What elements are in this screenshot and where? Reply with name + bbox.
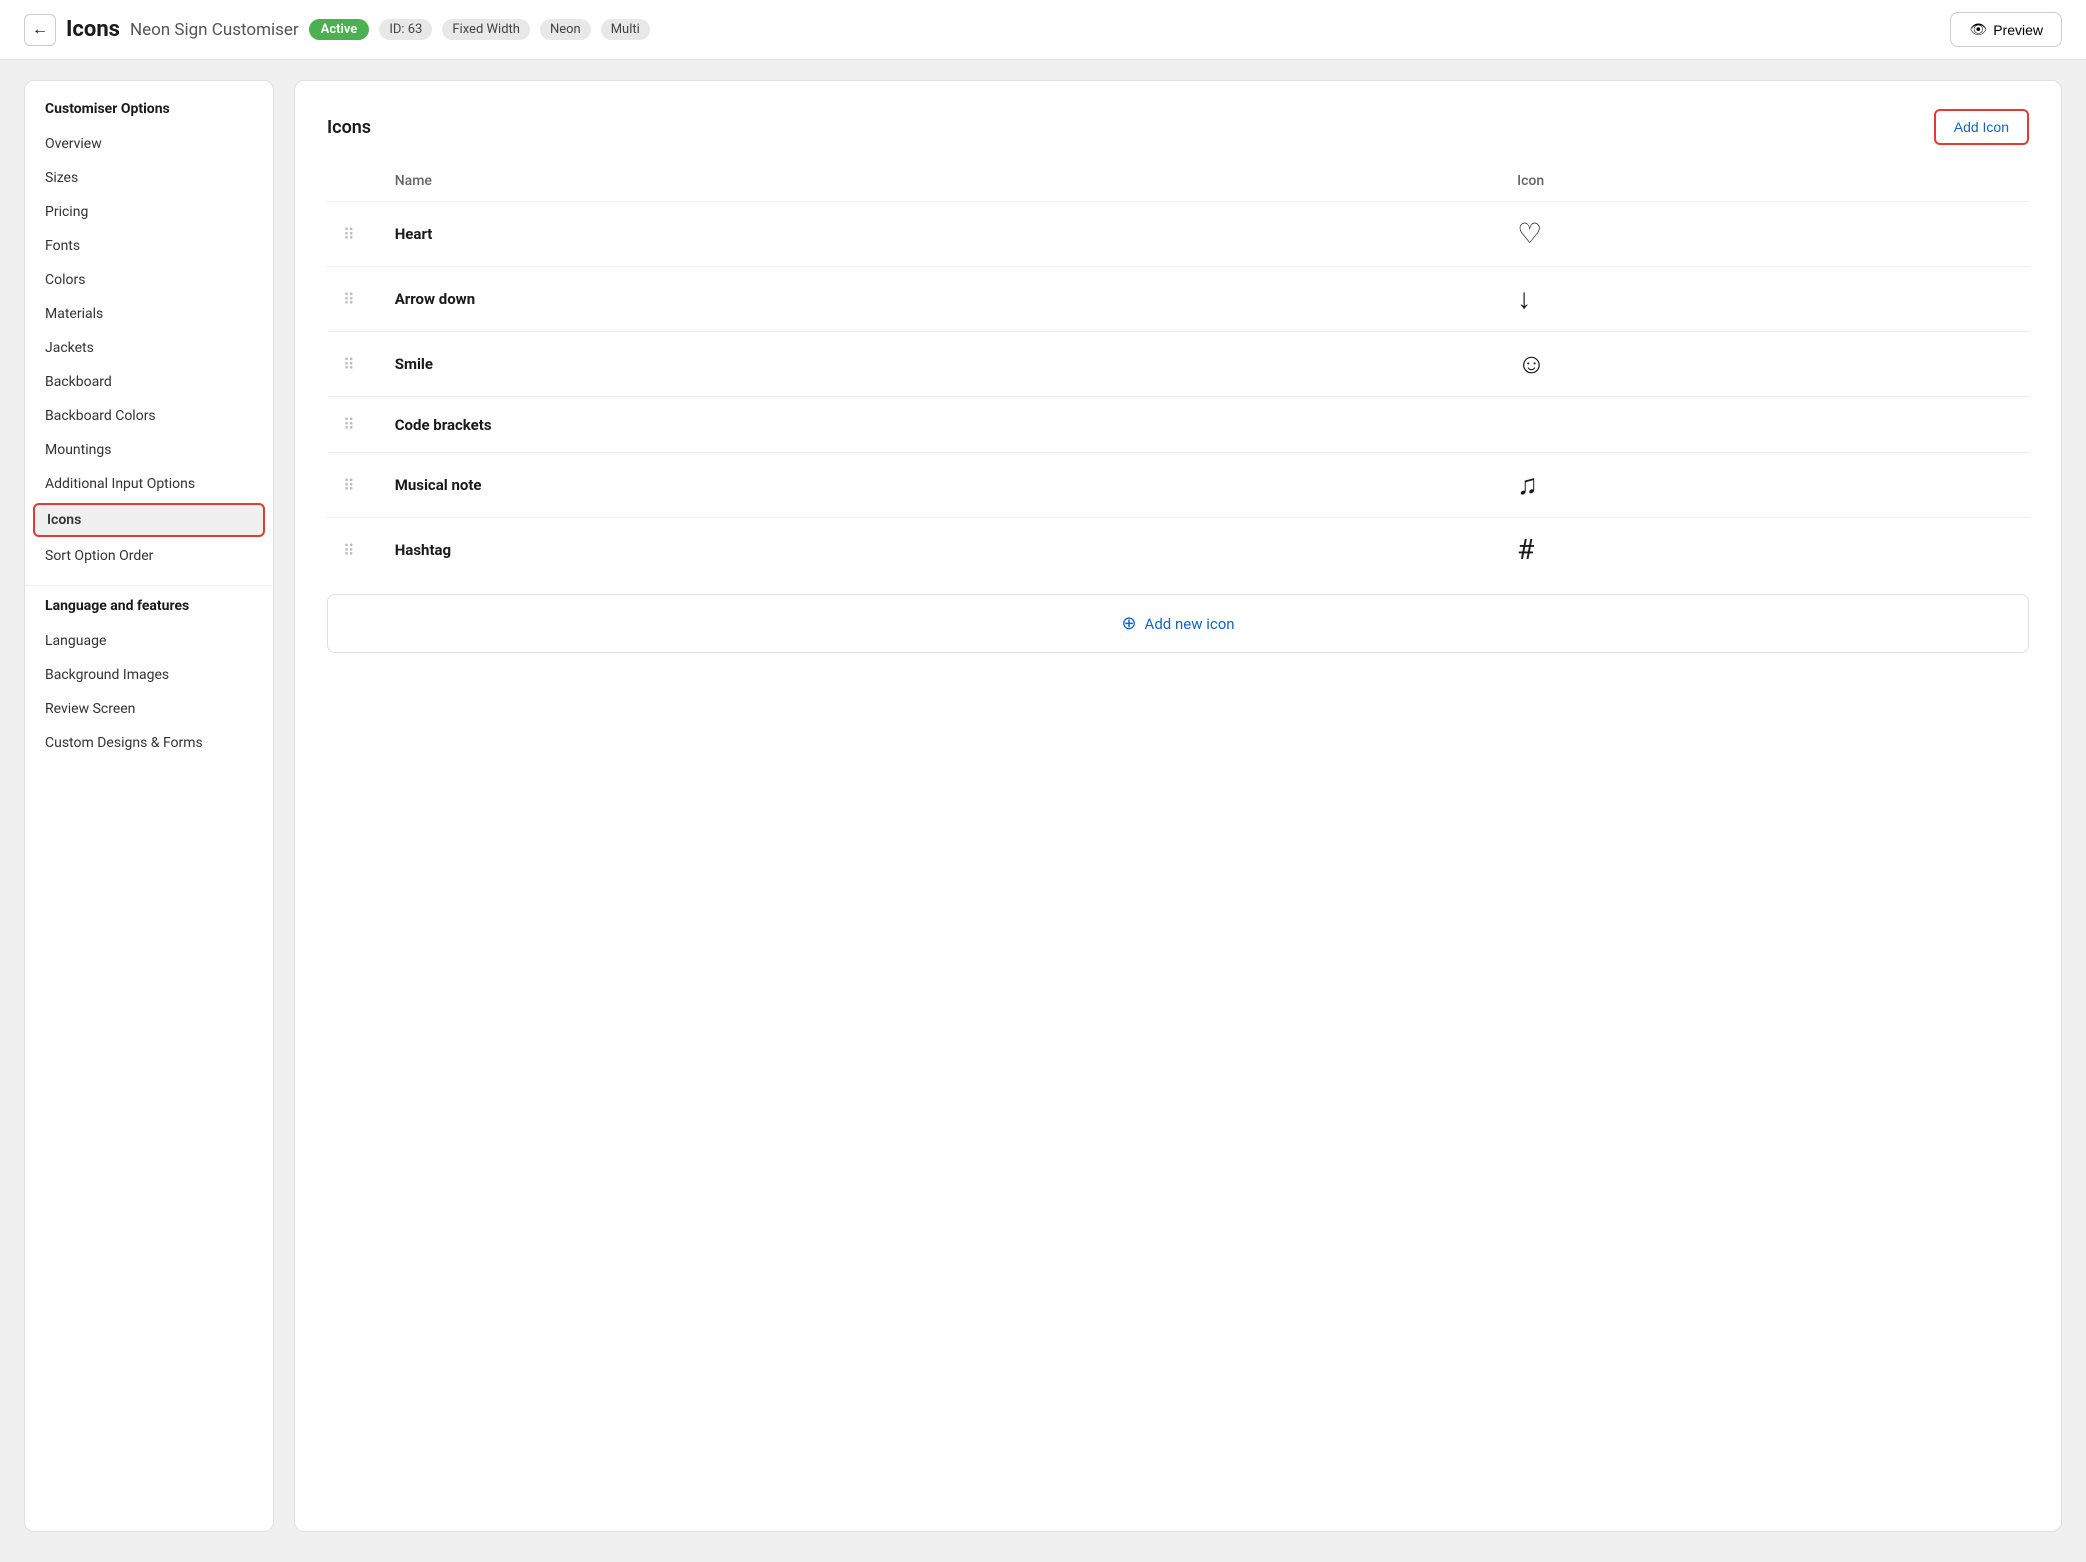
table-row: ⠿ Musical note ♫: [327, 453, 2029, 518]
sidebar-section1-title: Customiser Options: [25, 101, 273, 127]
icon-name-cell: Code brackets: [395, 416, 492, 434]
sidebar-section2-title: Language and features: [25, 598, 273, 624]
table-row: ⠿ Hashtag #: [327, 518, 2029, 583]
icon-name-cell: Musical note: [395, 476, 482, 494]
column-name-header: Name: [379, 165, 1501, 202]
back-icon: ←: [32, 21, 48, 39]
back-button[interactable]: ←: [24, 14, 56, 46]
header: ← Icons Neon Sign Customiser Active ID: …: [0, 0, 2086, 60]
table-row: ⠿ Code brackets: [327, 397, 2029, 453]
drag-handle-icon[interactable]: ⠿: [343, 476, 355, 495]
sidebar-item-fonts[interactable]: Fonts: [25, 229, 273, 263]
sidebar-item-icons[interactable]: Icons: [33, 503, 265, 537]
icon-symbol-cell: ♡: [1517, 217, 1542, 250]
icon-name-cell: Smile: [395, 355, 433, 373]
sidebar-item-jackets[interactable]: Jackets: [25, 331, 273, 365]
icon-symbol-cell: #: [1517, 533, 1534, 566]
column-drag: [327, 165, 379, 202]
add-icon-button[interactable]: Add Icon: [1934, 109, 2029, 145]
badge-fixed-width: Fixed Width: [442, 19, 530, 40]
sidebar-item-materials[interactable]: Materials: [25, 297, 273, 331]
add-new-icon-row[interactable]: ⊕ Add new icon: [327, 594, 2029, 653]
sidebar-item-review-screen[interactable]: Review Screen: [25, 692, 273, 726]
content-panel: Icons Add Icon Name Icon ⠿ Heart ♡: [294, 80, 2062, 1532]
badge-multi: Multi: [601, 19, 650, 40]
sidebar-item-pricing[interactable]: Pricing: [25, 195, 273, 229]
drag-handle-icon[interactable]: ⠿: [343, 541, 355, 560]
header-left: ← Icons Neon Sign Customiser Active ID: …: [24, 14, 650, 46]
preview-button[interactable]: 👁 Preview: [1950, 12, 2062, 47]
column-icon-header: Icon: [1501, 165, 2029, 202]
sidebar-item-colors[interactable]: Colors: [25, 263, 273, 297]
table-row: ⠿ Smile ☺: [327, 332, 2029, 397]
icon-name-cell: Heart: [395, 225, 433, 243]
sidebar-item-overview[interactable]: Overview: [25, 127, 273, 161]
sidebar-divider: [25, 585, 273, 586]
page-title: Icons: [66, 17, 120, 42]
icon-symbol-cell: ☺: [1517, 347, 1546, 380]
plus-circle-icon: ⊕: [1121, 613, 1136, 634]
preview-icon: 👁: [1969, 21, 1987, 38]
sidebar: Customiser Options Overview Sizes Pricin…: [24, 80, 274, 1532]
drag-handle-icon[interactable]: ⠿: [343, 355, 355, 374]
preview-label: Preview: [1993, 22, 2043, 38]
icon-symbol-cell: ↓: [1517, 282, 1531, 315]
badge-id: ID: 63: [379, 19, 432, 40]
sidebar-item-backboard[interactable]: Backboard: [25, 365, 273, 399]
drag-handle-icon[interactable]: ⠿: [343, 290, 355, 309]
sidebar-item-sizes[interactable]: Sizes: [25, 161, 273, 195]
icons-table: Name Icon ⠿ Heart ♡ ⠿ Arrow down: [327, 165, 2029, 582]
page-subtitle: Neon Sign Customiser: [130, 20, 299, 40]
content-title: Icons: [327, 117, 371, 138]
sidebar-item-additional-input-options[interactable]: Additional Input Options: [25, 467, 273, 501]
drag-handle-icon[interactable]: ⠿: [343, 225, 355, 244]
sidebar-item-sort-option-order[interactable]: Sort Option Order: [25, 539, 273, 573]
sidebar-item-backboard-colors[interactable]: Backboard Colors: [25, 399, 273, 433]
drag-handle-icon[interactable]: ⠿: [343, 415, 355, 434]
content-header: Icons Add Icon: [327, 109, 2029, 145]
table-row: ⠿ Arrow down ↓: [327, 267, 2029, 332]
icon-symbol-cell: ♫: [1517, 468, 1538, 501]
add-new-label: Add new icon: [1145, 615, 1235, 633]
icon-name-cell: Arrow down: [395, 290, 475, 308]
table-row: ⠿ Heart ♡: [327, 202, 2029, 267]
icon-name-cell: Hashtag: [395, 541, 451, 559]
sidebar-item-language[interactable]: Language: [25, 624, 273, 658]
sidebar-item-mountings[interactable]: Mountings: [25, 433, 273, 467]
badge-active: Active: [309, 19, 370, 40]
badge-neon: Neon: [540, 19, 591, 40]
sidebar-item-background-images[interactable]: Background Images: [25, 658, 273, 692]
main-layout: Customiser Options Overview Sizes Pricin…: [0, 60, 2086, 1552]
sidebar-item-custom-designs[interactable]: Custom Designs & Forms: [25, 726, 273, 760]
